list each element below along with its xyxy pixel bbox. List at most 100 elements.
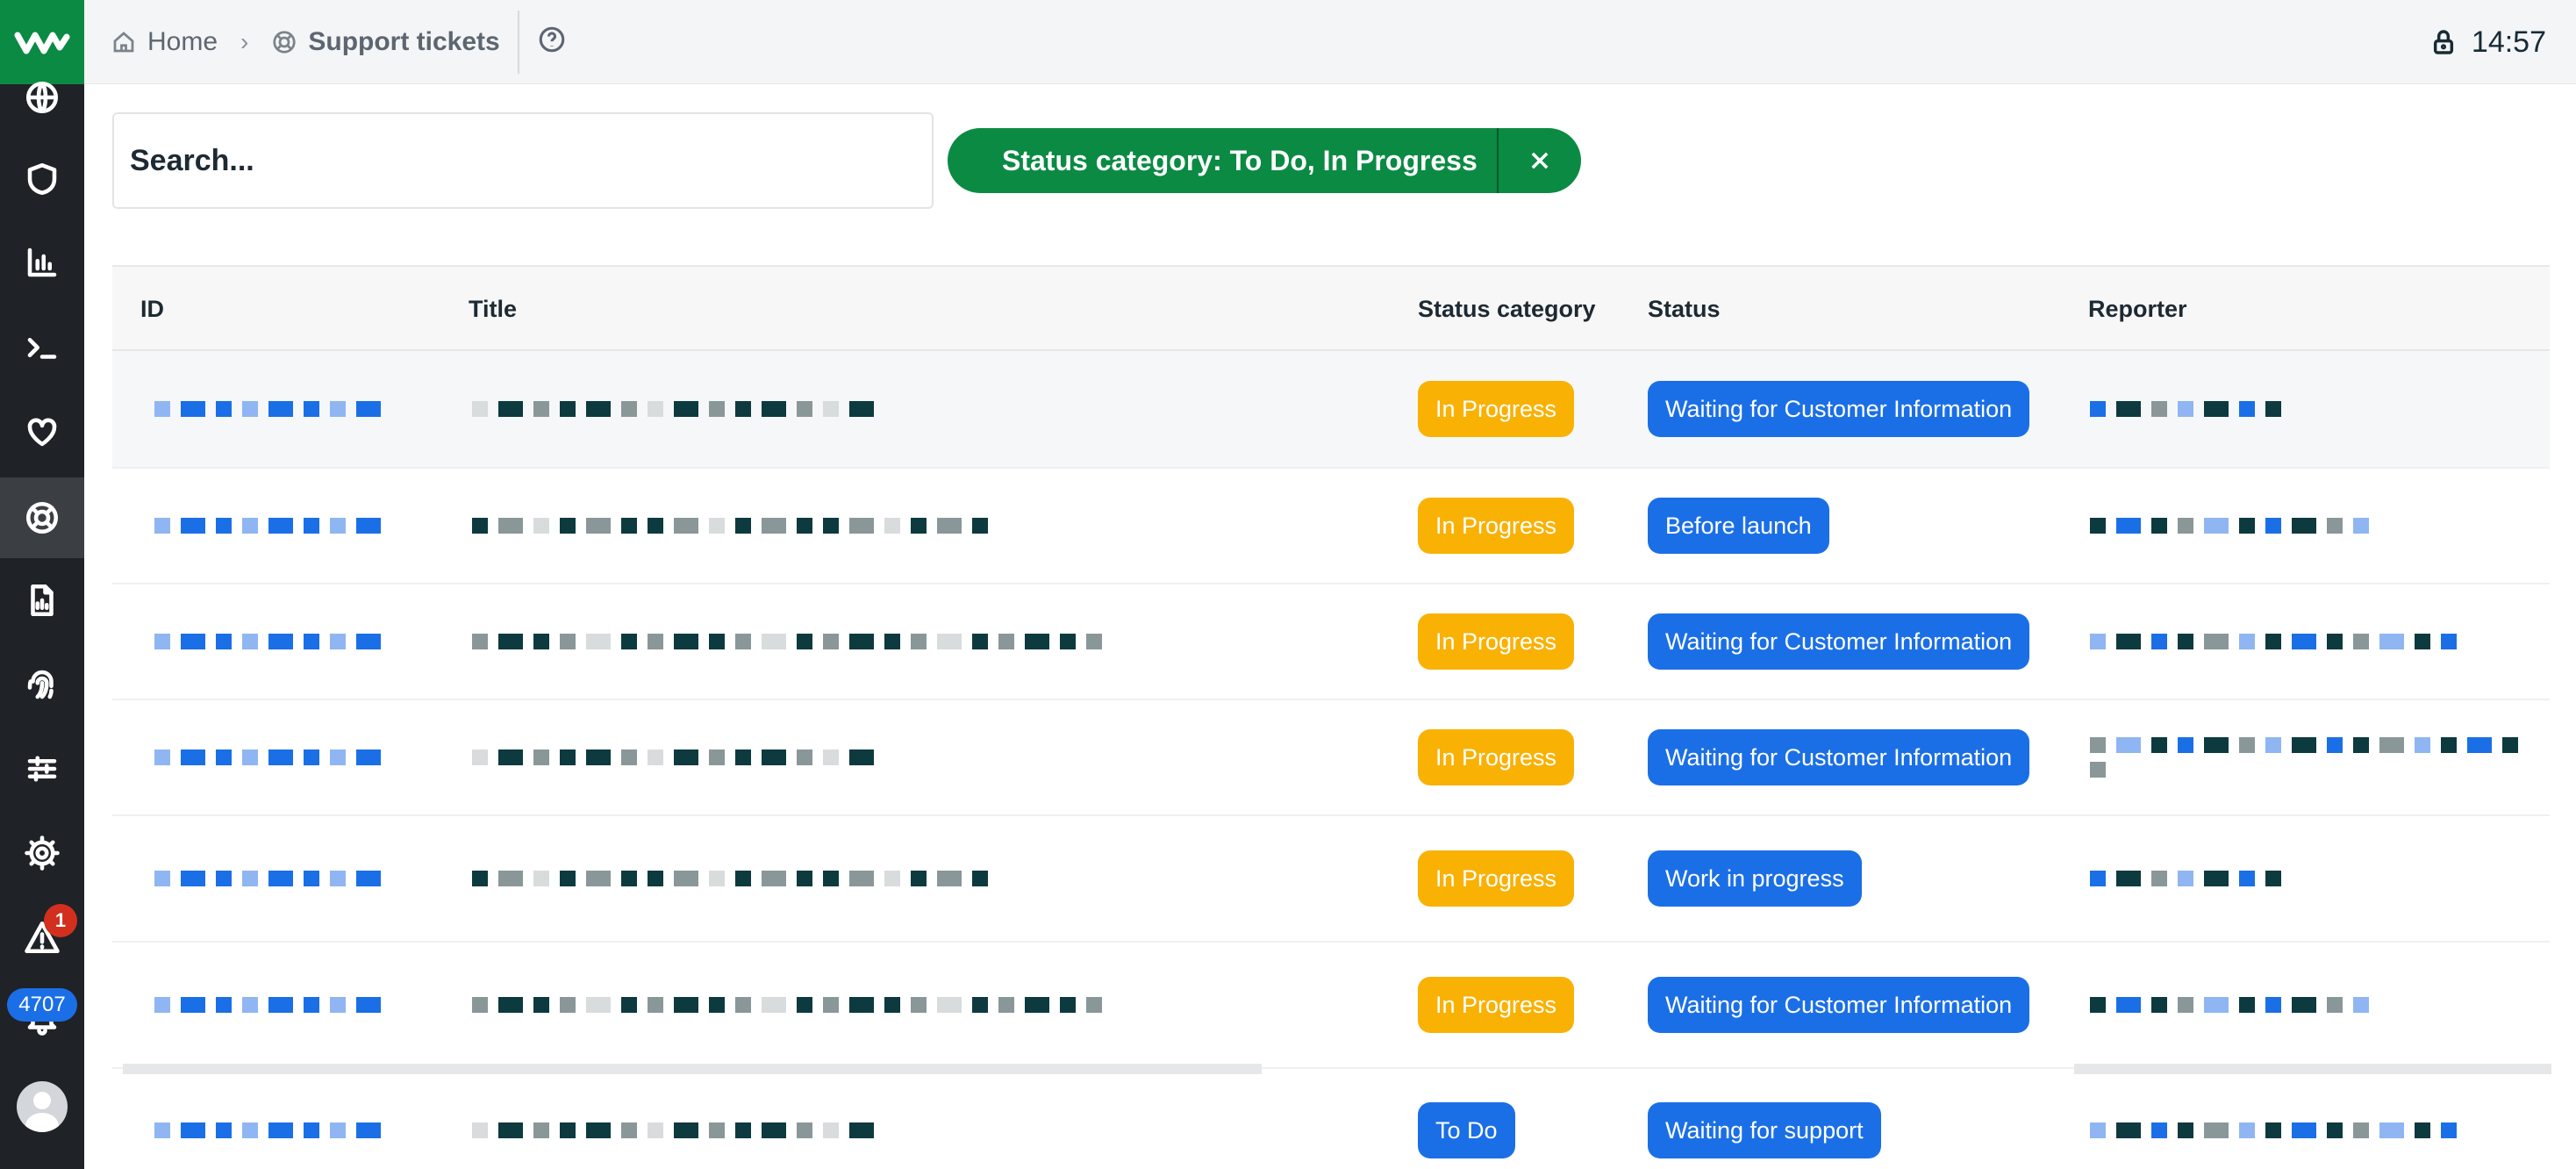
redacted-content — [472, 1122, 874, 1138]
sidebar-item-identity[interactable] — [0, 646, 84, 723]
column-header-status[interactable]: Status — [1648, 267, 1721, 351]
ticket-title-cell[interactable] — [472, 584, 1262, 699]
status-category-cell: In Progress — [1418, 469, 1575, 583]
reporter-cell[interactable] — [2090, 351, 2529, 467]
sidebar-item-analytics[interactable] — [0, 224, 84, 301]
sidebar-item-security[interactable] — [0, 140, 84, 218]
status-badge: Waiting for support — [1648, 1102, 1881, 1158]
redacted-content — [2090, 737, 2529, 778]
ticket-title-cell[interactable] — [472, 351, 1262, 467]
status-badge: Waiting for Customer Information — [1648, 381, 2030, 437]
status-category-badge: In Progress — [1418, 498, 1575, 554]
home-icon — [113, 31, 134, 52]
column-header-reporter[interactable]: Reporter — [2088, 267, 2187, 351]
status-badge: Waiting for Customer Information — [1648, 729, 2030, 785]
redacted-content — [154, 749, 381, 765]
redacted-content — [2090, 518, 2369, 534]
status-cell: Waiting for Customer Information — [1648, 700, 2030, 814]
status-category-cell: In Progress — [1418, 351, 1575, 467]
ticket-id-cell[interactable] — [154, 816, 418, 941]
status-category-badge: In Progress — [1418, 381, 1575, 437]
reporter-cell[interactable] — [2090, 584, 2529, 699]
globe-icon — [25, 81, 59, 114]
breadcrumb-current[interactable]: Support tickets — [271, 27, 500, 57]
redacted-content — [2090, 401, 2281, 417]
help-button[interactable] — [537, 25, 567, 59]
ticket-id-cell[interactable] — [154, 469, 418, 583]
table-row[interactable]: In Progress Work in progress — [112, 816, 2550, 943]
sidebar-item-globe[interactable] — [0, 58, 84, 137]
sidebar-item-settings[interactable] — [0, 814, 84, 892]
column-header-title[interactable]: Title — [469, 267, 517, 351]
redacted-content — [472, 401, 874, 417]
user-avatar[interactable] — [17, 1081, 68, 1132]
ticket-title-cell[interactable] — [472, 943, 1262, 1067]
top-bar: Home › Support tickets 14:57 — [84, 0, 2576, 84]
table-row[interactable]: In Progress Waiting for Customer Informat… — [112, 700, 2550, 816]
reporter-cell[interactable] — [2090, 943, 2529, 1067]
redacted-content — [154, 401, 381, 417]
status-category-badge: In Progress — [1418, 850, 1575, 907]
reporter-cell[interactable] — [2090, 1069, 2529, 1169]
sidebar-item-health[interactable] — [0, 393, 84, 470]
chevron-right-icon: › — [240, 27, 249, 55]
table-row[interactable]: In Progress Waiting for Customer Informat… — [112, 943, 2550, 1069]
reporter-cell[interactable] — [2090, 469, 2529, 583]
reporter-cell[interactable] — [2090, 700, 2529, 814]
redacted-content — [472, 871, 988, 886]
sliders-icon — [27, 756, 57, 782]
reporter-cell[interactable] — [2090, 816, 2529, 941]
status-badge: Work in progress — [1648, 850, 1862, 907]
column-header-status-category[interactable]: Status category — [1418, 267, 1596, 351]
horizontal-scrollbar[interactable] — [123, 1064, 1262, 1074]
alerts-count-badge: 1 — [44, 904, 77, 937]
status-category-cell: In Progress — [1418, 816, 1575, 941]
redacted-content — [472, 749, 874, 765]
status-category-badge: In Progress — [1418, 613, 1575, 670]
table-row[interactable]: In Progress Waiting for Customer Informat… — [112, 584, 2550, 700]
status-filter-chip[interactable]: Status category: To Do, In Progress — [948, 128, 1581, 193]
ticket-title-cell[interactable] — [472, 1069, 1262, 1169]
sidebar: 1 4707 — [0, 0, 84, 1169]
breadcrumb-home-label: Home — [147, 26, 218, 56]
sidebar-item-configuration[interactable] — [0, 730, 84, 807]
clock-time: 14:57 — [2471, 25, 2546, 59]
status-category-badge: In Progress — [1418, 729, 1575, 785]
sidebar-item-reports[interactable] — [0, 562, 84, 639]
status-category-badge: In Progress — [1418, 977, 1575, 1033]
status-category-cell: To Do — [1418, 1069, 1515, 1169]
sidebar-item-terminal[interactable] — [0, 309, 84, 386]
redacted-content — [2090, 634, 2457, 649]
column-header-id[interactable]: ID — [140, 267, 164, 351]
lock-icon — [2433, 30, 2453, 54]
ticket-title-cell[interactable] — [472, 469, 1262, 583]
help-icon — [539, 26, 565, 53]
status-category-cell: In Progress — [1418, 700, 1575, 814]
horizontal-scrollbar-right[interactable] — [2074, 1064, 2551, 1074]
redacted-content — [154, 1122, 381, 1138]
sidebar-item-support[interactable] — [0, 477, 84, 558]
ticket-id-cell[interactable] — [154, 943, 418, 1067]
heart-icon — [27, 418, 57, 447]
divider — [517, 10, 519, 74]
ticket-id-cell[interactable] — [154, 584, 418, 699]
document-chart-icon — [31, 584, 54, 617]
ticket-title-cell[interactable] — [472, 816, 1262, 941]
remove-filter-button[interactable] — [1499, 128, 1581, 193]
search-input[interactable] — [112, 112, 934, 209]
redacted-content — [2090, 1122, 2457, 1138]
gear-icon — [25, 836, 60, 871]
table-row[interactable]: In Progress Before launch — [112, 469, 2550, 584]
breadcrumb-home[interactable]: Home — [111, 27, 218, 57]
ticket-id-cell[interactable] — [154, 351, 418, 467]
table-row[interactable]: In Progress Waiting for Customer Informat… — [112, 351, 2550, 469]
ticket-title-cell[interactable] — [472, 700, 1262, 814]
status-category-cell: In Progress — [1418, 943, 1575, 1067]
ticket-id-cell[interactable] — [154, 700, 418, 814]
table-row[interactable]: To Do Waiting for support — [112, 1069, 2550, 1169]
logo-icon — [14, 32, 70, 54]
shield-icon — [27, 162, 57, 196]
redacted-content — [154, 634, 381, 649]
notifications-count-badge: 4707 — [7, 988, 77, 1022]
ticket-id-cell[interactable] — [154, 1069, 418, 1169]
